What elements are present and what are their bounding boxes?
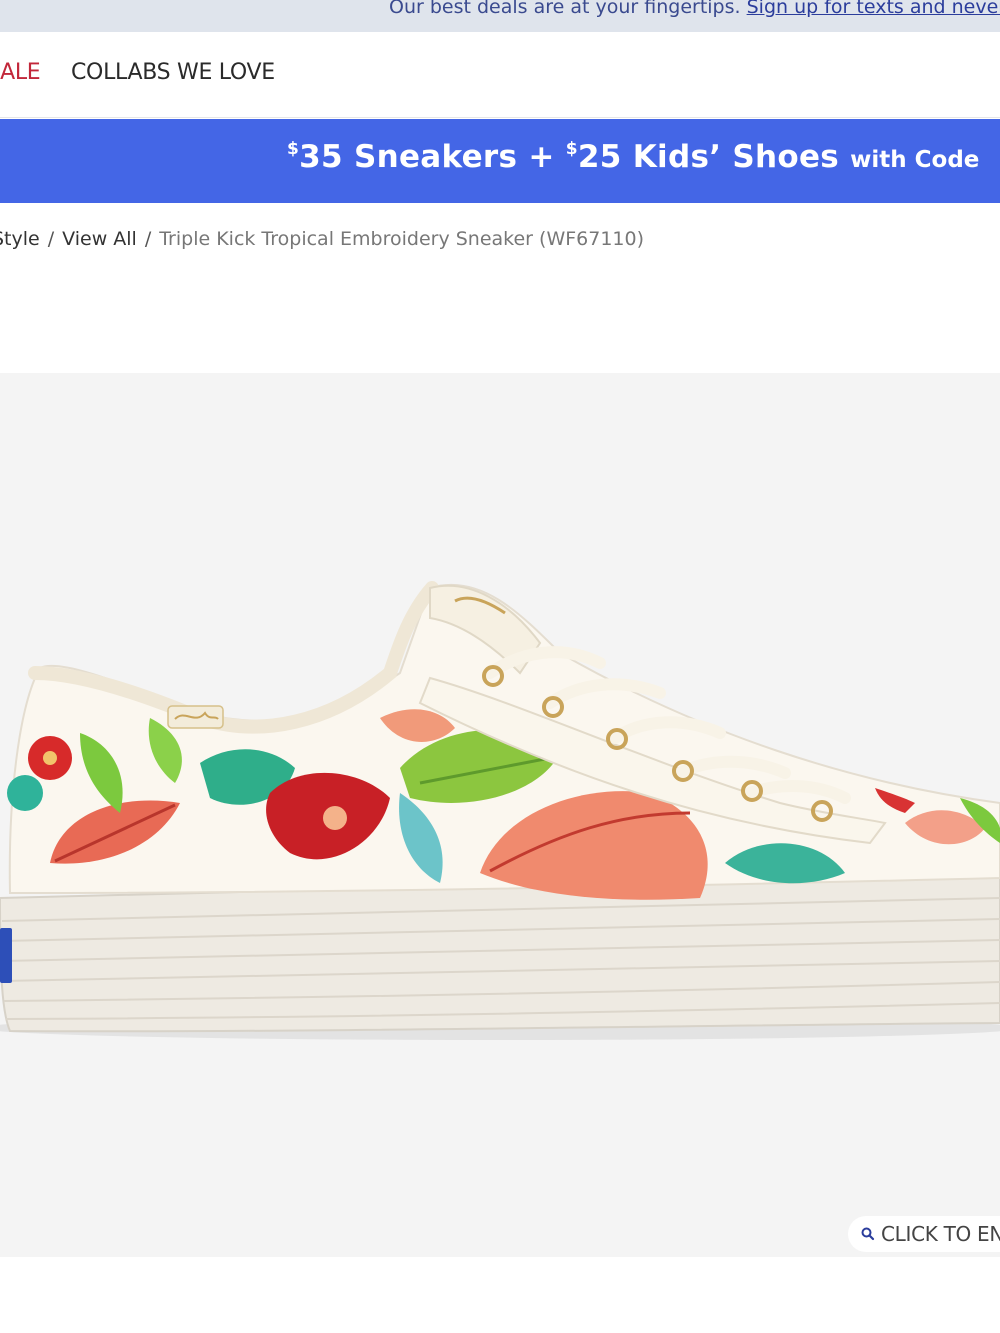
breadcrumb: Style / View All / Triple Kick Tropical Embr…	[0, 228, 644, 250]
promo-code-text: with Code	[850, 147, 980, 173]
sms-signup-link[interactable]: Sign up for texts and never	[747, 0, 1000, 18]
breadcrumb-separator: /	[144, 228, 152, 250]
nav-item-collabs[interactable]: COLLABS WE LOVE	[71, 60, 275, 85]
announcement-message: Our best deals are at your fingertips. S…	[389, 0, 1000, 18]
breadcrumb-current: Triple Kick Tropical Embroidery Sneaker …	[159, 228, 645, 250]
zoom-button[interactable]: CLICK TO ENLARGE	[848, 1216, 1000, 1252]
nav-item-sale[interactable]: SALE	[0, 60, 41, 85]
promo-text: $35 Sneakers + $25 Kids’ Shoes with Code	[287, 139, 979, 175]
main-nav: SALE COLLABS WE LOVE	[0, 32, 1000, 118]
announcement-bar: Our best deals are at your fingertips. S…	[0, 0, 1000, 32]
promo-offer-2: 25 Kids’ Shoes	[577, 139, 851, 175]
breadcrumb-style[interactable]: Style	[0, 228, 40, 250]
announcement-text: Our best deals are at your fingertips.	[389, 0, 741, 18]
product-gallery[interactable]: CLICK TO ENLARGE	[0, 373, 1000, 1257]
promo-banner[interactable]: $35 Sneakers + $25 Kids’ Shoes with Code	[0, 119, 1000, 203]
product-image[interactable]	[0, 373, 1000, 1257]
breadcrumb-view-all[interactable]: View All	[62, 228, 137, 250]
promo-currency-2: $	[565, 139, 578, 159]
promo-offer-1: 35 Sneakers +	[299, 139, 566, 175]
promo-currency-1: $	[287, 139, 300, 159]
zoom-label: CLICK TO ENLARGE	[881, 1222, 1000, 1246]
magnifier-icon	[861, 1227, 875, 1241]
breadcrumb-separator: /	[47, 228, 55, 250]
